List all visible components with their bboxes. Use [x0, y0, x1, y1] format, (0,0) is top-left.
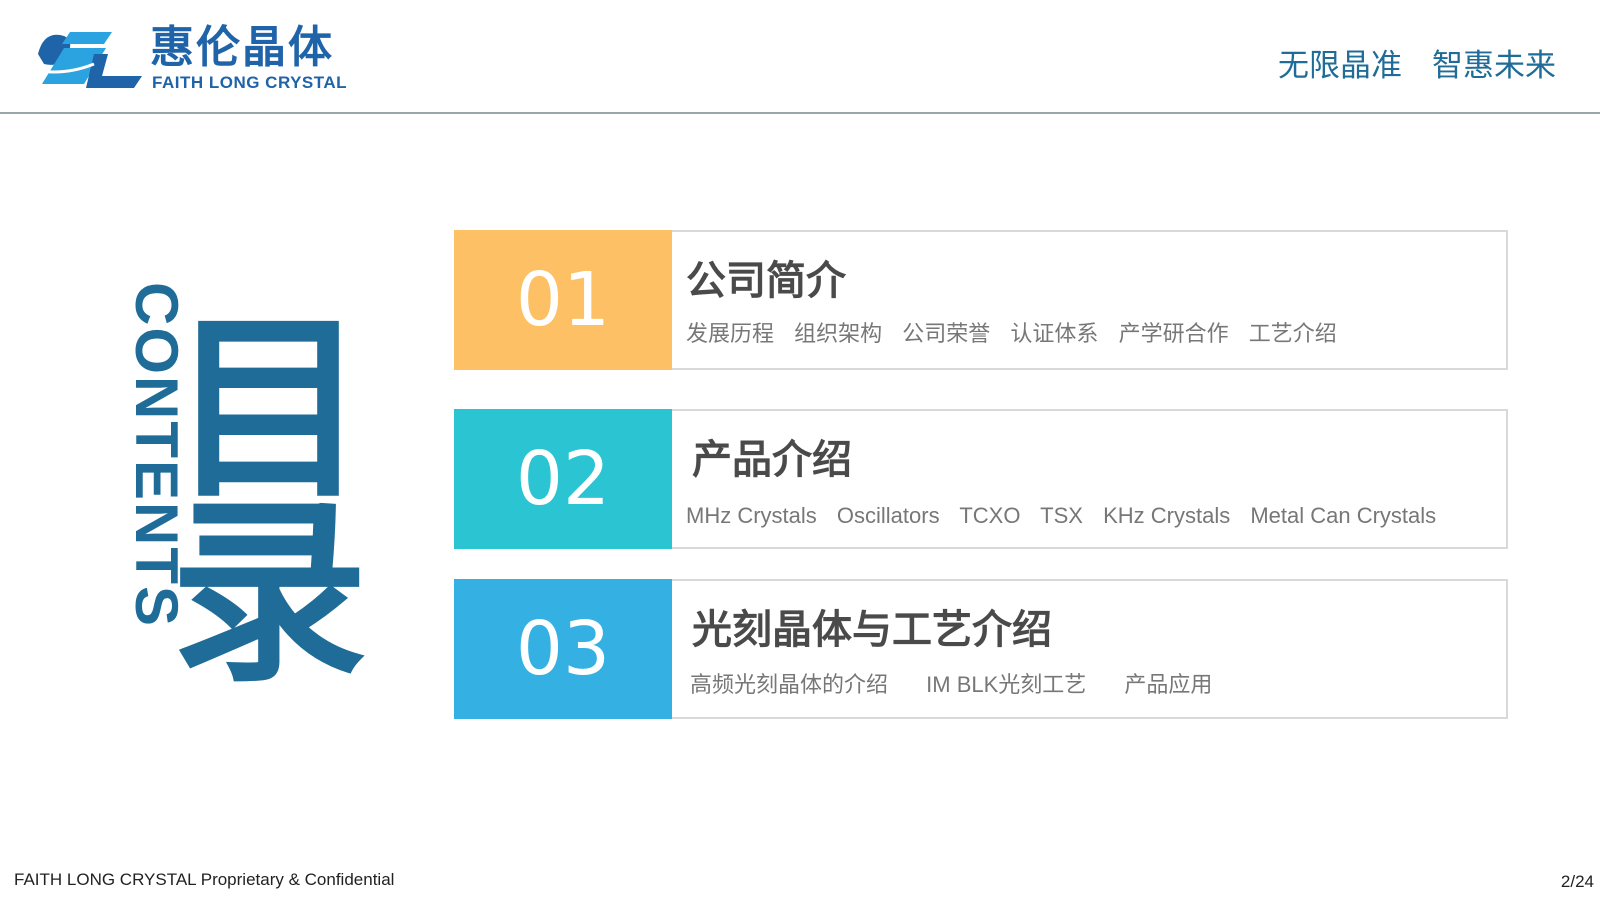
toc-item-3[interactable]: 03 光刻晶体与工艺介绍 高频光刻晶体的介绍 IM BLK光刻工艺 产品应用 — [454, 579, 1508, 719]
subtopic: KHz Crystals — [1103, 503, 1231, 528]
logo-english-name: FAITH LONG CRYSTAL — [152, 73, 348, 92]
toc-item-2-title: 产品介绍 — [692, 438, 852, 482]
subtopic: Oscillators — [836, 503, 940, 528]
subtopic: 工艺介绍 — [1248, 321, 1337, 346]
subtopic: 公司荣誉 — [902, 321, 991, 346]
toc-big-title: 目录 — [170, 294, 368, 709]
header-divider — [0, 112, 1600, 114]
subtopic: Metal Can Crystals — [1250, 503, 1437, 528]
subtopic: 产学研合作 — [1118, 321, 1229, 346]
subtopic: 发展历程 — [686, 321, 775, 346]
subtopic: 高频光刻晶体的介绍 — [690, 672, 889, 697]
subtopic: 产品应用 — [1124, 672, 1213, 697]
subtopic: 认证体系 — [1010, 321, 1099, 346]
toc-item-2[interactable]: 02 产品介绍 MHz Crystals Oscillators TCXO TS… — [454, 409, 1508, 549]
subtopic: TCXO — [959, 503, 1021, 528]
toc-item-2-number: 02 — [454, 409, 672, 549]
toc-item-1-title: 公司简介 — [686, 259, 846, 303]
logo-chinese-name: 惠伦晶体 — [150, 23, 334, 72]
toc-item-3-subtopics: 高频光刻晶体的介绍 IM BLK光刻工艺 产品应用 — [690, 667, 1244, 699]
toc-item-3-number: 03 — [454, 579, 672, 719]
footer-confidential: FAITH LONG CRYSTAL Proprietary & Confide… — [14, 870, 395, 889]
toc-item-3-title: 光刻晶体与工艺介绍 — [692, 608, 1052, 652]
toc-item-1-subtopics: 发展历程 组织架构 公司荣誉 认证体系 产学研合作 工艺介绍 — [686, 316, 1351, 348]
subtopic: IM BLK光刻工艺 — [926, 672, 1087, 697]
toc-item-1[interactable]: 01 公司简介 发展历程 组织架构 公司荣誉 认证体系 产学研合作 工艺介绍 — [454, 230, 1508, 370]
subtopic: MHz Crystals — [686, 503, 817, 528]
toc-item-1-number: 01 — [454, 230, 672, 370]
slogan-2: 智惠未来 — [1432, 48, 1556, 83]
header: 惠伦晶体 FAITH LONG CRYSTAL 无限晶准 智惠未来 — [0, 0, 1600, 114]
slogan-1: 无限晶准 — [1278, 48, 1402, 83]
toc-item-2-subtopics: MHz Crystals Oscillators TCXO TSX KHz Cr… — [686, 503, 1450, 529]
subtopic: TSX — [1040, 503, 1083, 528]
faith-long-logo-icon — [34, 32, 142, 88]
page-number: 2/24 — [1560, 872, 1594, 891]
subtopic: 组织架构 — [794, 321, 883, 346]
